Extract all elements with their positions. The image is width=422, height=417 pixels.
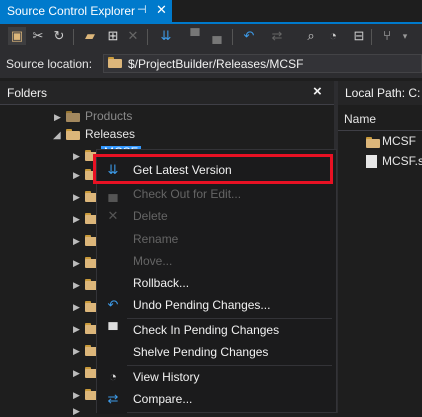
source-location-field[interactable]: $/ProjectBuilder/Releases/MCSF bbox=[103, 54, 422, 73]
expand-arrow-icon[interactable]: ▶ bbox=[73, 302, 80, 313]
expand-arrow-icon[interactable]: ▶ bbox=[54, 112, 61, 123]
new-folder-icon[interactable]: ▰ bbox=[81, 27, 99, 45]
context-menu: ⇊ Get Latest Version ▄ Check Out for Edi… bbox=[96, 149, 337, 414]
merge-icon[interactable]: ⊟ bbox=[350, 27, 368, 45]
menu-item-delete[interactable]: ✕ Delete bbox=[97, 205, 336, 227]
expand-arrow-icon[interactable]: ▶ bbox=[73, 214, 80, 225]
menu-item-check-in-pending-changes[interactable]: ▀ Check In Pending Changes bbox=[97, 319, 336, 341]
menu-item-check-out-for-edit[interactable]: ▄ Check Out for Edit... bbox=[97, 183, 336, 205]
checkout-icon: ▄ bbox=[108, 186, 118, 201]
undo-icon[interactable]: ↶ bbox=[240, 27, 258, 45]
folder-icon bbox=[108, 57, 123, 69]
expand-arrow-icon[interactable]: ▶ bbox=[73, 236, 80, 247]
expand-arrow-icon[interactable]: ▶ bbox=[73, 406, 80, 417]
menu-item-move[interactable]: Move... bbox=[97, 250, 336, 272]
delete-icon[interactable]: ✕ bbox=[124, 27, 142, 45]
tree-item-products[interactable]: Products bbox=[85, 109, 132, 123]
workspace-icon[interactable]: ▣ bbox=[8, 27, 26, 45]
tree-item-releases[interactable]: Releases bbox=[85, 127, 135, 141]
compare-icon: ⇄ bbox=[107, 391, 119, 406]
add-items-icon[interactable]: ⊞ bbox=[104, 27, 122, 45]
folder-icon bbox=[66, 111, 80, 122]
column-header-name[interactable]: Name bbox=[344, 112, 376, 126]
refresh-icon[interactable]: ↻ bbox=[50, 27, 68, 45]
expand-arrow-icon[interactable]: ▶ bbox=[73, 346, 80, 357]
menu-item-undo-pending-changes[interactable]: ↶ Undo Pending Changes... bbox=[97, 294, 336, 316]
source-location-label: Source location: bbox=[6, 57, 93, 71]
folders-pane-title: Folders bbox=[7, 86, 48, 100]
history-icon[interactable]: ◔ bbox=[324, 27, 342, 45]
history-icon: ◔ bbox=[109, 369, 117, 384]
folders-pane-header: Folders × bbox=[0, 81, 334, 105]
list-item[interactable]: MCSF.sl bbox=[382, 154, 422, 168]
expand-arrow-icon[interactable]: ▶ bbox=[73, 390, 80, 401]
dropdown-icon[interactable]: ▾ bbox=[396, 27, 414, 45]
list-column-header: Name bbox=[338, 107, 422, 131]
expand-arrow-icon[interactable]: ▶ bbox=[73, 151, 80, 162]
menu-item-rollback[interactable]: Rollback... bbox=[97, 272, 336, 294]
close-icon[interactable]: × bbox=[313, 83, 322, 100]
expand-arrow-icon[interactable]: ▶ bbox=[73, 170, 80, 181]
folder-open-icon bbox=[66, 129, 80, 140]
menu-item-view-history[interactable]: ◔ View History bbox=[97, 366, 336, 388]
delete-icon: ✕ bbox=[107, 208, 119, 223]
location-bar: Source location: $/ProjectBuilder/Releas… bbox=[0, 50, 422, 78]
solution-file-icon bbox=[366, 155, 377, 168]
toolbar: ▣ ✂ ↻ ▰ ⊞ ✕ ⇊ ▀ ▄ ↶ ⇄ ⌕ ◔ ⊟ ⑂ ▾ bbox=[0, 24, 422, 50]
checkin-icon: ▀ bbox=[108, 322, 118, 337]
source-location-value: $/ProjectBuilder/Releases/MCSF bbox=[128, 57, 304, 71]
menu-item-compare[interactable]: ⇄ Compare... bbox=[97, 388, 336, 410]
expand-arrow-icon[interactable]: ▶ bbox=[73, 258, 80, 269]
disconnect-icon[interactable]: ✂ bbox=[29, 27, 47, 45]
folder-icon bbox=[366, 137, 380, 148]
window-tab[interactable]: Source Control Explorer ⊣ ✕ bbox=[0, 0, 172, 22]
local-path-label: Local Path: C: bbox=[345, 86, 421, 100]
get-latest-icon[interactable]: ⇊ bbox=[157, 27, 175, 45]
collapse-arrow-icon[interactable]: ◢ bbox=[53, 130, 61, 141]
expand-arrow-icon[interactable]: ▶ bbox=[73, 324, 80, 335]
items-list: MCSF MCSF.sl bbox=[338, 131, 422, 413]
checkout-icon[interactable]: ▄ bbox=[208, 27, 226, 45]
menu-item-rename[interactable]: Rename bbox=[97, 228, 336, 250]
local-path-bar: Local Path: C: bbox=[338, 81, 422, 105]
list-item[interactable]: MCSF bbox=[382, 134, 416, 148]
undo-icon: ↶ bbox=[107, 297, 119, 312]
expand-arrow-icon[interactable]: ▶ bbox=[73, 368, 80, 379]
branch-icon[interactable]: ⑂ bbox=[378, 27, 396, 45]
compare-icon[interactable]: ⇄ bbox=[268, 27, 286, 45]
menu-item-shelve-pending-changes[interactable]: Shelve Pending Changes bbox=[97, 341, 336, 363]
checkin-icon[interactable]: ▀ bbox=[186, 27, 204, 45]
window-title: Source Control Explorer bbox=[7, 4, 136, 18]
find-icon[interactable]: ⌕ bbox=[302, 27, 320, 45]
expand-arrow-icon[interactable]: ▶ bbox=[73, 192, 80, 203]
close-icon[interactable]: ✕ bbox=[156, 2, 167, 18]
expand-arrow-icon[interactable]: ▶ bbox=[73, 280, 80, 291]
highlight-box bbox=[93, 154, 333, 184]
pin-icon[interactable]: ⊣ bbox=[137, 3, 147, 16]
